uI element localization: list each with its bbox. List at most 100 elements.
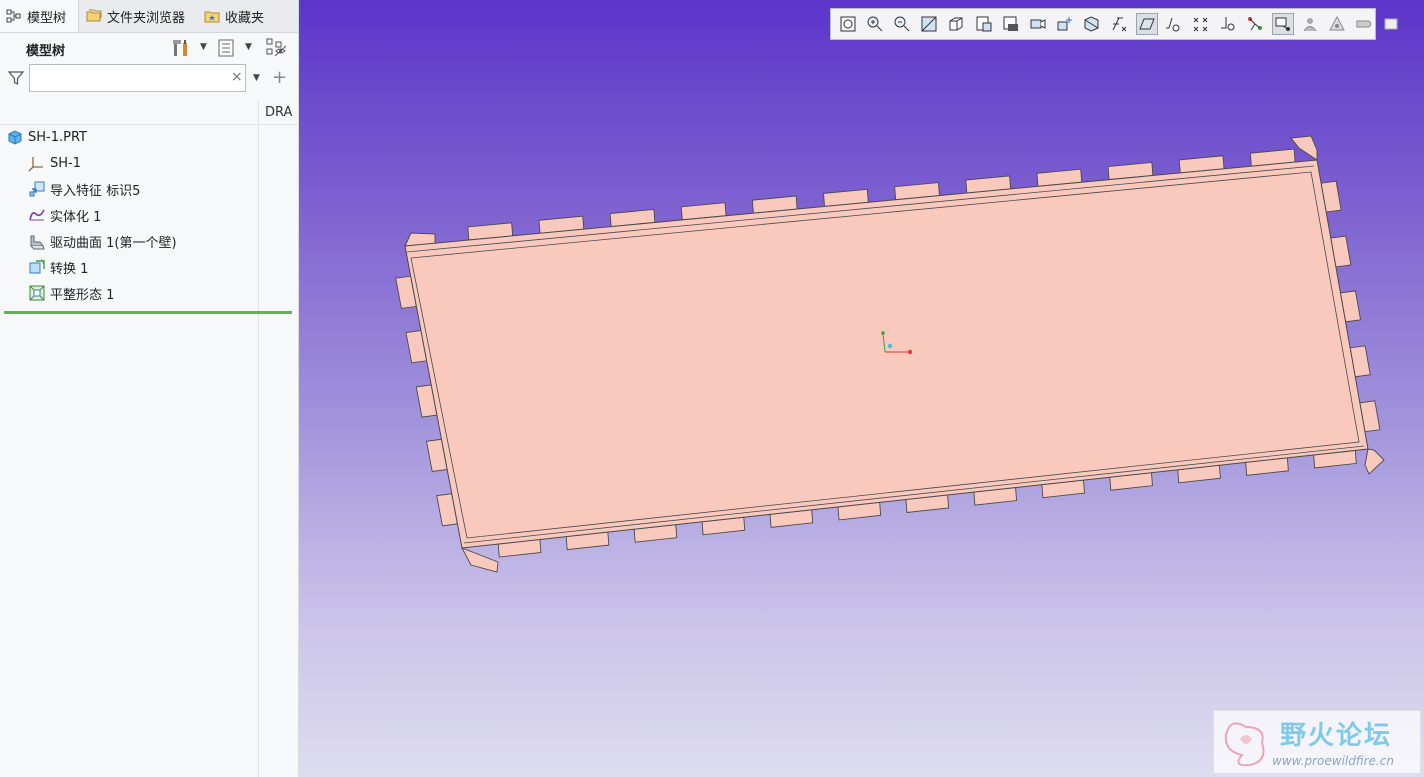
zoom-in-button[interactable] [864,13,886,35]
render-button[interactable] [1353,13,1375,35]
axis-display-icon [1193,17,1208,32]
axis-display-button[interactable] [1190,13,1212,35]
panel-header: 模型树 ▼ ▼ [0,36,298,60]
saved-orientations-icon [976,16,992,32]
insert-here-indicator[interactable] [4,311,292,314]
perspective-icon [1057,17,1073,31]
tree-item-import-feature[interactable]: 导入特征 标识5 [28,177,140,201]
tree-item-label: 实体化 1 [50,209,102,225]
tab-favorites[interactable]: 收藏夹 [198,0,278,32]
tree-column-header: DRA [0,100,298,125]
zoom-in-icon [867,16,883,32]
model-tree-icon [6,9,21,23]
settings-dropdown-arrow[interactable]: ▼ [200,42,207,52]
graphics-viewport[interactable]: 野火论坛 www.proewildfire.cn [299,0,1424,777]
driving-surface-icon [30,235,45,250]
tree-display-icon[interactable] [265,37,287,59]
tree-item-label: 转换 1 [50,261,89,277]
tree-search-input[interactable] [29,64,246,92]
import-feature-icon [29,181,45,197]
named-views-icon [1030,19,1046,29]
datum-display-icon [1113,17,1127,32]
coordinate-system-icon [28,157,43,172]
flat-state-icon [29,285,45,301]
datum-display-button[interactable] [1108,13,1130,35]
view-manager-icon [1003,16,1018,31]
display-style-icon [949,17,963,31]
repaint-icon [921,16,937,32]
graphics-toolbar [830,8,1398,40]
annotation-display-button[interactable] [1135,13,1158,35]
watermark: 野火论坛 www.proewildfire.cn [1213,710,1421,774]
solidify-icon [29,209,45,221]
corner-relief [1364,448,1385,475]
annotation-filter-button[interactable] [1299,13,1321,35]
view-manager-button[interactable] [1000,13,1022,35]
clear-search-icon[interactable]: × [231,69,243,85]
tree-item-label: SH-1 [50,155,81,171]
column-separator[interactable] [258,100,259,777]
zoom-out-button[interactable] [891,13,913,35]
favorites-icon [204,11,220,23]
render-icon [1356,20,1372,28]
tree-item-label: 驱动曲面 1(第一个壁) [50,235,177,251]
folder-browser-icon [86,9,102,22]
tree-item-label: 平整形态 1 [50,287,115,303]
flat-pattern-preview-icon [1384,18,1398,30]
panel-title: 模型树 [26,44,66,59]
repaint-button[interactable] [918,13,940,35]
section-icon [1084,16,1099,32]
tree-item-solidify[interactable]: 实体化 1 [28,203,101,227]
tab-label: 文件夹浏览器 [107,10,186,26]
tab-model-tree[interactable]: 模型树 [0,0,79,32]
filter-row: × ▼ + [0,63,298,95]
tree-root-part[interactable]: SH-1.PRT [6,125,87,149]
watermark-title: 野火论坛 [1280,721,1393,751]
refit-icon [840,16,856,32]
columns-dropdown-arrow[interactable]: ▼ [245,42,252,52]
spin-center-icon [1275,17,1290,31]
tree-item-driving-surface[interactable]: 驱动曲面 1(第一个壁) [28,229,177,253]
sheetmetal-flat-part[interactable] [299,0,1424,777]
plane-display-button[interactable] [1163,13,1185,35]
plane-display-icon [1165,17,1180,32]
zoom-out-icon [894,16,910,32]
spin-center-button[interactable] [1271,13,1294,35]
csys-display-button[interactable] [1244,13,1266,35]
display-style-button[interactable] [945,13,967,35]
filter-icon[interactable] [7,69,25,87]
watermark-logo [1224,722,1265,767]
appearance-button[interactable] [1326,13,1348,35]
column-dra-header[interactable]: DRA [265,105,292,120]
tab-label: 收藏夹 [225,10,265,26]
tree-settings-icon[interactable] [170,37,192,59]
section-button[interactable] [1081,13,1103,35]
point-display-button[interactable] [1217,13,1239,35]
named-views-button[interactable] [1027,13,1049,35]
tree-item-conversion[interactable]: 转换 1 [28,255,88,279]
tab-label: 模型树 [27,10,67,26]
conversion-icon [29,259,45,274]
annotation-display-icon [1138,18,1155,30]
corner-relief [461,547,499,573]
search-options-arrow[interactable]: ▼ [253,73,260,83]
panel-tabbar: 模型树 文件夹浏览器 收藏夹 [0,0,298,33]
model-tree-panel: 模型树 文件夹浏览器 收藏夹 模型树 ▼ ▼ × ▼ + DRA SH-1.PR… [0,0,299,777]
tab-folder-browser[interactable]: 文件夹浏览器 [80,0,198,32]
tree-item-label: 导入特征 标识5 [50,183,141,199]
add-filter-icon[interactable]: + [272,67,287,88]
annotation-filter-icon [1303,18,1317,32]
watermark-url: www.proewildfire.cn [1272,754,1394,768]
point-display-icon [1221,17,1235,31]
part-icon [8,130,22,145]
flat-pattern-preview-button[interactable] [1380,13,1402,35]
appearance-icon [1329,15,1345,31]
tree-item-flat-state[interactable]: 平整形态 1 [28,281,114,305]
tree-item-label: SH-1.PRT [28,129,87,145]
saved-orientations-button[interactable] [973,13,995,35]
perspective-button[interactable] [1054,13,1076,35]
refit-button[interactable] [837,13,859,35]
tree-columns-icon[interactable] [216,37,238,59]
csys-display-icon [1248,17,1263,31]
tree-item-csys[interactable]: SH-1 [28,151,81,175]
